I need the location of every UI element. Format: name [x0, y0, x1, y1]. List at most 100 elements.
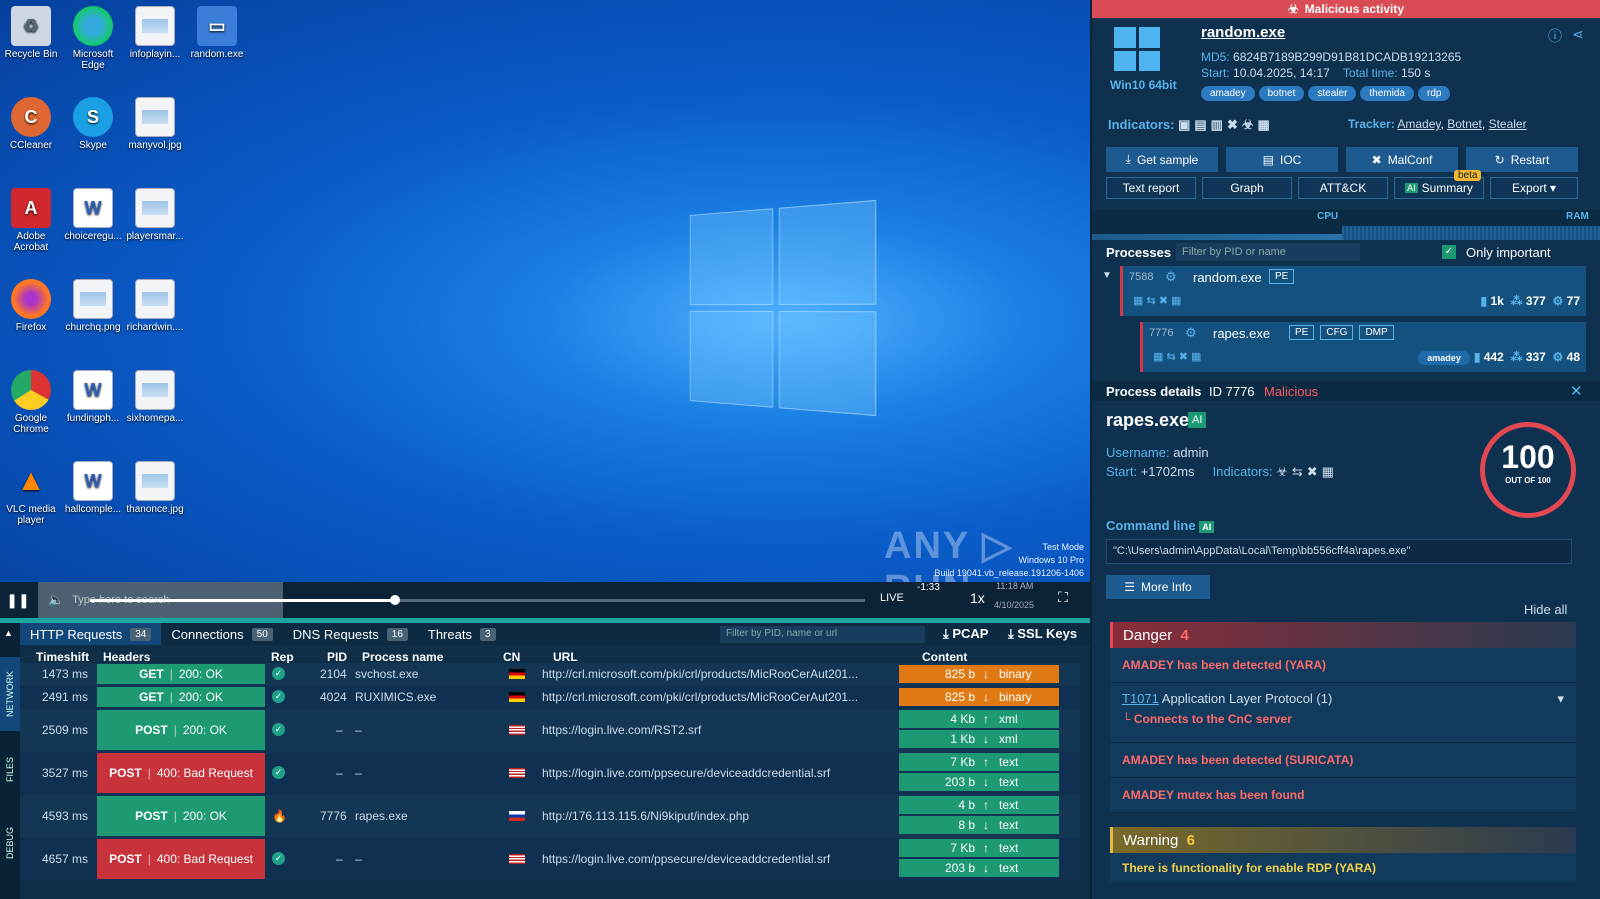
- desktop-icon[interactable]: churchq.png: [62, 279, 124, 333]
- get-sample-button[interactable]: ⤓ Get sample: [1106, 147, 1218, 172]
- tag-pill[interactable]: rdp: [1418, 86, 1450, 101]
- command-line-value[interactable]: "C:\Users\admin\AppData\Local\Temp\bb556…: [1106, 539, 1572, 564]
- desktop-icon[interactable]: Whallcomple...: [62, 461, 124, 515]
- restart-button[interactable]: ↻ Restart: [1466, 147, 1578, 172]
- collapse-icon[interactable]: ▲: [4, 628, 13, 638]
- desktop-icon[interactable]: sixhomepa...: [124, 370, 186, 424]
- request-headers-badge[interactable]: POST | 400: Bad Request: [97, 839, 265, 879]
- process-item[interactable]: 7776 ⚙ rapes.exe PE CFG DMP ▦ ⇆ ✖ ▦ amadey ▮ 442…: [1140, 322, 1586, 372]
- content-badge[interactable]: 825 b ↓ binary: [899, 688, 1059, 706]
- tab-connections[interactable]: Connections 50: [161, 623, 282, 645]
- desktop-icon[interactable]: ♻ Recycle Bin: [0, 6, 62, 60]
- desktop-icon[interactable]: ▭ random.exe: [186, 6, 248, 60]
- request-headers-badge[interactable]: GET | 200: OK: [97, 687, 265, 707]
- danger-item[interactable]: AMADEY has been detected (YARA): [1110, 648, 1576, 683]
- remote-desktop-view[interactable]: ♻ Recycle Bin Microsoft Edge infoplayin... ▭…: [0, 0, 1090, 582]
- content-badge[interactable]: 1 Kb ↓ xml: [899, 730, 1059, 748]
- ai-badge[interactable]: AI: [1188, 412, 1206, 428]
- url-cell[interactable]: https://login.live.com/RST2.srf: [542, 723, 701, 737]
- pcap-button[interactable]: ⤓ PCAP: [943, 626, 988, 642]
- desktop-icon[interactable]: A Adobe Acrobat: [0, 188, 62, 253]
- more-info-button[interactable]: ☰ More Info: [1106, 575, 1210, 599]
- tracker-link[interactable]: Amadey: [1397, 117, 1440, 131]
- ioc-button[interactable]: ▤ IOC: [1226, 147, 1338, 172]
- speed-button[interactable]: 1x: [970, 590, 985, 606]
- tracker-link[interactable]: Botnet: [1447, 117, 1482, 131]
- side-tab-network[interactable]: NETWORK: [0, 657, 20, 731]
- danger-item[interactable]: AMADEY mutex has been found: [1110, 778, 1576, 813]
- process-filter-input[interactable]: Filter by PID or name: [1176, 243, 1360, 261]
- url-cell[interactable]: https://login.live.com/ppsecure/devicead…: [542, 766, 830, 780]
- desktop-icon[interactable]: Firefox: [0, 279, 62, 333]
- desktop-icon[interactable]: thanonce.jpg: [124, 461, 186, 515]
- column-header[interactable]: Timeshift: [36, 650, 89, 664]
- desktop-icon[interactable]: Google Chrome: [0, 370, 62, 435]
- network-filter-input[interactable]: Filter by PID, name or url: [720, 626, 925, 643]
- tag-pill[interactable]: botnet: [1259, 86, 1305, 101]
- content-badge[interactable]: 7 Kb ↑ text: [899, 753, 1059, 771]
- tree-toggle-icon[interactable]: ▼: [1102, 270, 1112, 281]
- warning-header[interactable]: Warning 6: [1110, 827, 1576, 853]
- tag-pill[interactable]: themida: [1360, 86, 1414, 101]
- seek-knob[interactable]: [390, 595, 400, 605]
- url-cell[interactable]: http://crl.microsoft.com/pki/crl/product…: [542, 667, 858, 681]
- tab-http-requests[interactable]: HTTP Requests 34: [20, 623, 161, 645]
- table-row[interactable]: 2491 ms GET | 200: OK ✓ 4024 RUXIMICS.exe http:…: [20, 686, 1080, 709]
- danger-header[interactable]: Danger 4: [1110, 622, 1576, 648]
- attack-button[interactable]: ATT&CK: [1298, 177, 1388, 199]
- side-tab-files[interactable]: FILES: [0, 733, 20, 805]
- table-row[interactable]: 4593 ms POST | 200: OK 🔥 7776 rapes.exe http://…: [20, 795, 1080, 838]
- desktop-icon[interactable]: Wchoiceregu...: [62, 188, 124, 242]
- hide-all-link[interactable]: Hide all: [1524, 602, 1567, 617]
- share-icon[interactable]: ⋖: [1572, 26, 1584, 43]
- seek-bar[interactable]: [90, 599, 865, 602]
- side-tab-debug[interactable]: DEBUG: [0, 807, 20, 879]
- table-row[interactable]: 4657 ms POST | 400: Bad Request ✓ – – https://l…: [20, 838, 1080, 881]
- danger-item[interactable]: AMADEY has been detected (SURICATA): [1110, 743, 1576, 778]
- desktop-icon[interactable]: playersmar...: [124, 188, 186, 242]
- table-row[interactable]: 2509 ms POST | 200: OK ✓ – – https://login.live…: [20, 709, 1080, 752]
- url-cell[interactable]: http://crl.microsoft.com/pki/crl/product…: [542, 690, 858, 704]
- content-badge[interactable]: 4 Kb ↑ xml: [899, 710, 1059, 728]
- only-important-checkbox[interactable]: ✓: [1442, 245, 1456, 259]
- close-icon[interactable]: ✕: [1570, 382, 1583, 400]
- process-item[interactable]: 7588 ⚙ random.exe PE ▦ ⇆ ✖ ▦ ▮ 1k ⁂ 377 ⚙ 77: [1120, 266, 1586, 316]
- content-badge[interactable]: 203 b ↓ text: [899, 773, 1059, 791]
- content-badge[interactable]: 825 b ↓ binary: [899, 665, 1059, 683]
- tab-threats[interactable]: Threats 3: [418, 623, 506, 645]
- column-header[interactable]: Headers: [103, 650, 150, 664]
- table-row[interactable]: 1473 ms GET | 200: OK ✓ 2104 svchost.exe http:/…: [20, 663, 1080, 686]
- column-header[interactable]: Rep: [271, 650, 294, 664]
- desktop-icon[interactable]: richardwin....: [124, 279, 186, 333]
- content-badge[interactable]: 7 Kb ↑ text: [899, 839, 1059, 857]
- live-label[interactable]: LIVE: [880, 592, 904, 604]
- ssl-keys-button[interactable]: ⤓ SSL Keys: [1008, 626, 1077, 642]
- desktop-icon[interactable]: infoplayin...: [124, 6, 186, 60]
- mitre-technique[interactable]: T1071 Application Layer Protocol (1) ▾ └ …: [1110, 683, 1576, 743]
- volume-icon[interactable]: 🔈: [48, 592, 64, 608]
- tab-dns-requests[interactable]: DNS Requests 16: [283, 623, 418, 645]
- malconf-button[interactable]: ✖ MalConf: [1346, 147, 1458, 172]
- text-report-button[interactable]: Text report: [1106, 177, 1196, 199]
- table-row[interactable]: 3527 ms POST | 400: Bad Request ✓ – – https://l…: [20, 752, 1080, 795]
- column-header[interactable]: PID: [327, 650, 347, 664]
- content-badge[interactable]: 203 b ↓ text: [899, 859, 1059, 877]
- desktop-icon[interactable]: ▲ VLC media player: [0, 461, 62, 526]
- graph-button[interactable]: Graph: [1202, 177, 1292, 199]
- export-button[interactable]: Export ▾: [1490, 177, 1578, 199]
- content-badge[interactable]: 4 b ↑ text: [899, 796, 1059, 814]
- desktop-icon[interactable]: C CCleaner: [0, 97, 62, 151]
- desktop-icon[interactable]: Microsoft Edge: [62, 6, 124, 71]
- url-cell[interactable]: http://176.113.115.6/Ni9kiput/index.php: [542, 809, 749, 823]
- column-header[interactable]: Content: [922, 650, 967, 664]
- content-badge[interactable]: 8 b ↓ text: [899, 816, 1059, 834]
- desktop-icon[interactable]: Wfundingph...: [62, 370, 124, 424]
- tag-pill[interactable]: stealer: [1308, 86, 1356, 101]
- desktop-icon[interactable]: manyvol.jpg: [124, 97, 186, 151]
- pause-icon[interactable]: ❚❚: [0, 592, 36, 609]
- request-headers-badge[interactable]: POST | 200: OK: [97, 796, 265, 836]
- fullscreen-icon[interactable]: ⛶: [1058, 589, 1068, 606]
- desktop-icon[interactable]: S Skype: [62, 97, 124, 151]
- tracker-link[interactable]: Stealer: [1489, 117, 1527, 131]
- column-header[interactable]: Process name: [362, 650, 443, 664]
